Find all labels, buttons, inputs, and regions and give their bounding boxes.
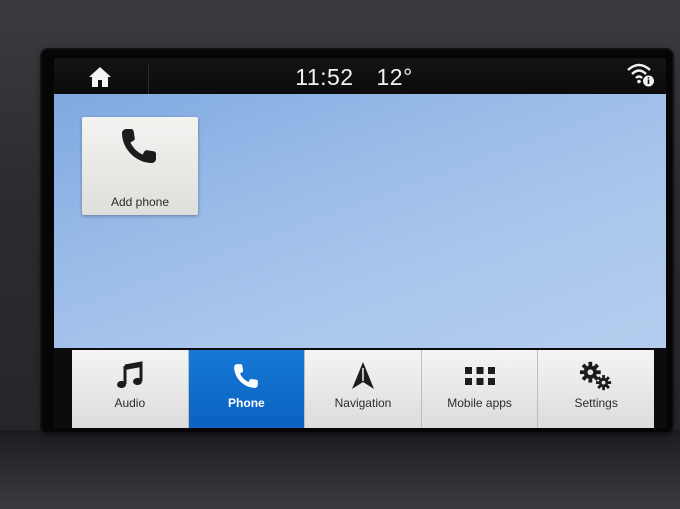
- phone-icon: [234, 364, 259, 388]
- nav-item-settings[interactable]: Settings: [538, 350, 654, 428]
- add-phone-label: Add phone: [110, 195, 170, 209]
- wifi-info-icon: [627, 63, 654, 87]
- phone-icon: [122, 129, 156, 163]
- apps-grid-icon: [464, 367, 495, 385]
- home-button[interactable]: [80, 64, 120, 90]
- home-wallpaper: Add phone: [54, 94, 666, 348]
- outside-temperature: 12°: [376, 64, 413, 90]
- wifi-status-button[interactable]: [626, 61, 656, 89]
- nav-label-navigation: Navigation: [334, 396, 392, 410]
- gears-icon: [580, 361, 612, 391]
- status-divider: [148, 64, 149, 94]
- clock: 11:52: [295, 64, 354, 90]
- nav-item-mobile-apps[interactable]: Mobile apps: [421, 350, 539, 428]
- home-icon: [89, 67, 111, 87]
- music-note-icon: [116, 361, 143, 389]
- nav-item-phone[interactable]: Phone: [188, 350, 306, 428]
- nav-label-mobile-apps: Mobile apps: [447, 396, 512, 410]
- nav-label-phone: Phone: [228, 396, 265, 410]
- nav-label-audio: Audio: [114, 396, 146, 410]
- dashboard-trim: [0, 430, 680, 509]
- nav-item-audio[interactable]: Audio: [72, 350, 189, 428]
- bottom-nav: Audio Phone Navigation Mobile apps Setti…: [72, 350, 654, 428]
- infotainment-screen: 11:52 12° Add phone Audio Phone Navigati…: [54, 58, 666, 428]
- status-bar: 11:52 12°: [54, 58, 666, 94]
- nav-label-settings: Settings: [574, 396, 618, 410]
- add-phone-tile[interactable]: Add phone: [82, 117, 198, 215]
- navigation-arrow-icon: [351, 362, 374, 389]
- nav-item-navigation[interactable]: Navigation: [305, 350, 422, 428]
- status-readout: 11:52 12°: [254, 62, 454, 92]
